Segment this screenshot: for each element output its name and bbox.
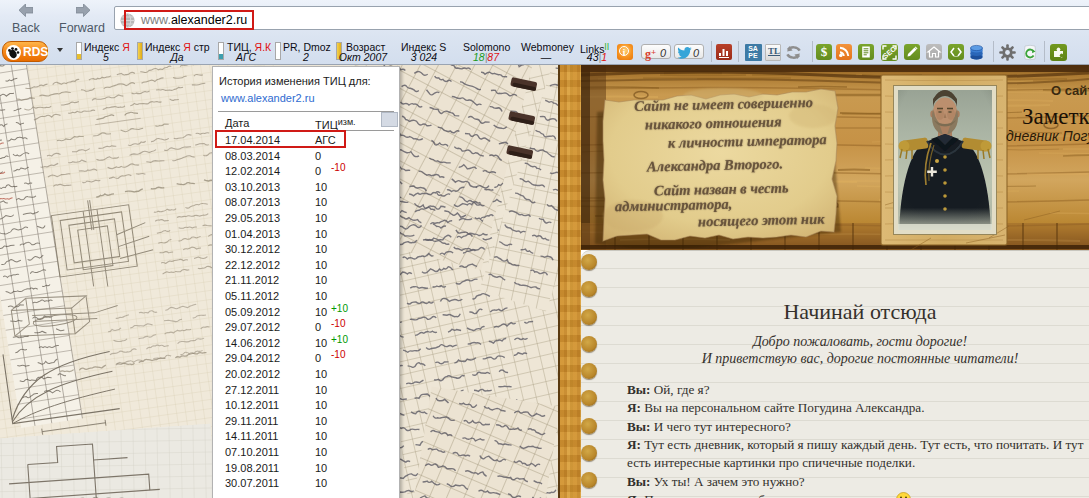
svg-text:SEO: SEO [881, 45, 897, 60]
